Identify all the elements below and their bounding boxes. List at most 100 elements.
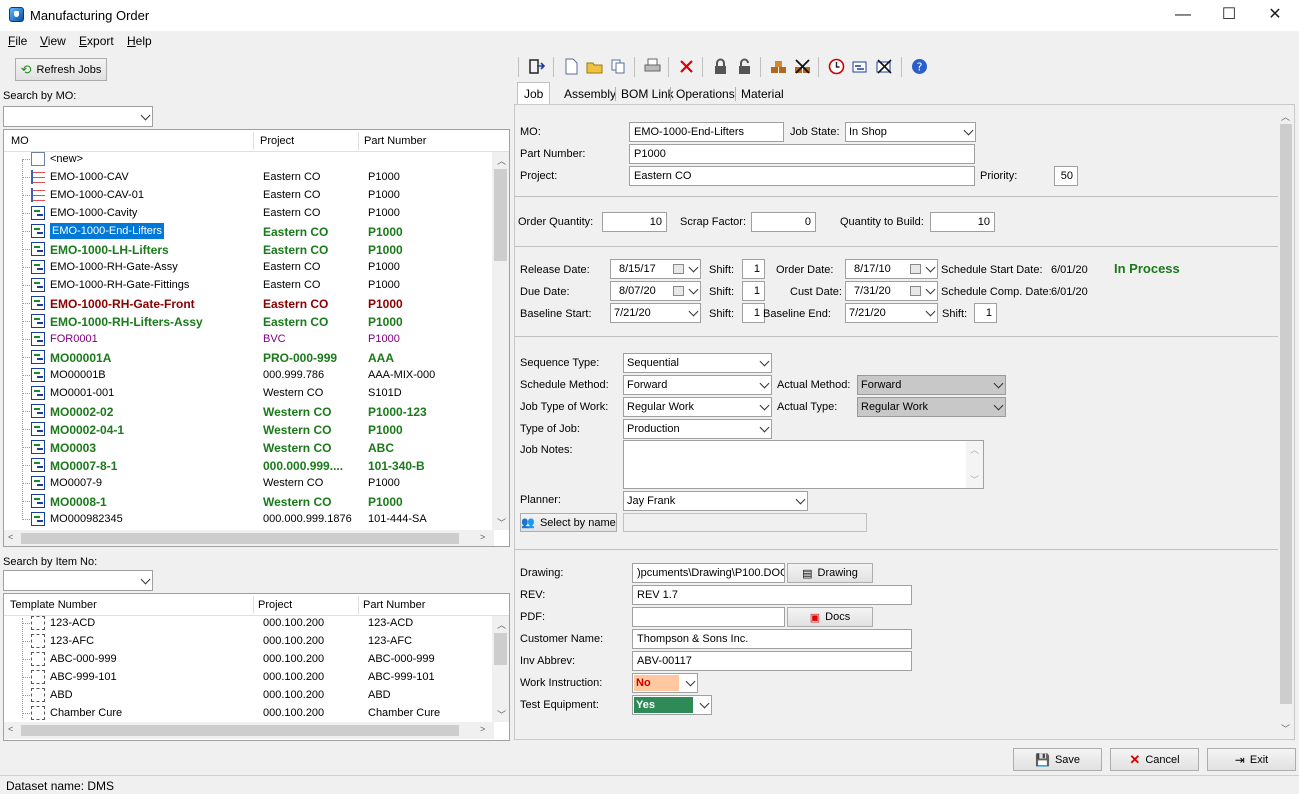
col-header-part[interactable]: Part Number [363, 599, 425, 611]
table-row[interactable]: EMO-1000-LH-Lifters Eastern CO P1000 [4, 240, 494, 258]
col-header-mo[interactable]: MO [11, 135, 29, 147]
table-row[interactable]: EMO-1000-RH-Gate-Fittings Eastern CO P1000 [4, 276, 494, 294]
form-vscroll[interactable]: ︿ ﹀ [1278, 108, 1294, 738]
project-field[interactable]: Eastern CO [629, 166, 975, 186]
rev-field[interactable]: REV 1.7 [632, 585, 912, 605]
priority-field[interactable]: 50 [1054, 166, 1078, 186]
col-header-template[interactable]: Template Number [10, 599, 97, 611]
table-row[interactable]: MO0007-8-1 000.000.999.... 101-340-B [4, 456, 494, 474]
job-state-combo[interactable]: In Shop [845, 122, 976, 142]
table-row[interactable]: EMO-1000-CAV Eastern CO P1000 [4, 168, 494, 186]
customer-name-field[interactable]: Thompson & Sons Inc. [632, 629, 912, 649]
table-row[interactable]: EMO-1000-Cavity Eastern CO P1000 [4, 204, 494, 222]
schedule-icon[interactable] [852, 58, 869, 75]
exit-button[interactable]: ⇥ Exit [1207, 748, 1296, 771]
col-header-part[interactable]: Part Number [364, 135, 426, 147]
menu-export[interactable]: Export [79, 34, 114, 48]
table-row[interactable]: 123-ACD 000.100.200 123-ACD [4, 614, 494, 632]
search-item-combo[interactable] [3, 570, 153, 591]
tab-material[interactable]: Material [735, 83, 790, 104]
save-button[interactable]: 💾 Save [1013, 748, 1102, 771]
quantity-to-build-field[interactable]: 10 [930, 212, 995, 232]
drawing-button[interactable]: ▤ Drawing [787, 563, 873, 583]
baseline-end-shift-field[interactable]: 1 [974, 303, 997, 323]
part-number-field[interactable]: P1000 [629, 144, 975, 164]
scrap-factor-field[interactable]: 0 [751, 212, 816, 232]
actual-method-combo[interactable]: Forward [857, 375, 1006, 395]
type-of-job-combo[interactable]: Production [623, 419, 772, 439]
col-header-project[interactable]: Project [260, 135, 294, 147]
baseline-shift-field[interactable]: 1 [742, 303, 765, 323]
order-quantity-field[interactable]: 10 [602, 212, 667, 232]
work-instruction-combo[interactable]: No [632, 673, 698, 693]
planner-combo[interactable]: Jay Frank [623, 491, 808, 511]
minimize-button[interactable]: — [1160, 0, 1206, 31]
order-date-picker[interactable]: 8/17/10 [845, 259, 938, 279]
template-grid-hscroll[interactable]: < > [4, 722, 494, 739]
close-button[interactable]: ✕ [1252, 0, 1298, 31]
tab-assembly[interactable]: Assembly [558, 83, 622, 104]
table-row[interactable]: ABC-000-999 000.100.200 ABC-000-999 [4, 650, 494, 668]
mo-grid-hscroll[interactable]: < > [4, 530, 494, 546]
help-icon[interactable]: ? [911, 58, 928, 75]
table-row[interactable]: MO0002-02 Western CO P1000-123 [4, 402, 494, 420]
template-grid-vscroll[interactable]: ︿ ﹀ [492, 616, 509, 722]
actual-type-combo[interactable]: Regular Work [857, 397, 1006, 417]
clock-icon[interactable] [828, 58, 845, 75]
menu-help[interactable]: Help [127, 34, 152, 48]
release-date-picker[interactable]: 8/15/17 [610, 259, 701, 279]
table-row[interactable]: EMO-1000-End-Lifters Eastern CO P1000 [4, 222, 494, 240]
cust-date-picker[interactable]: 7/31/20 [845, 281, 938, 301]
job-notes-textarea[interactable] [623, 440, 984, 489]
mo-grid[interactable]: MO Project Part Number <new> EMO-1000-CAV… [3, 129, 510, 547]
sequence-type-combo[interactable]: Sequential [623, 353, 772, 373]
docs-button[interactable]: ▣ Docs [787, 607, 873, 627]
template-grid[interactable]: Template Number Project Part Number 123-… [3, 593, 510, 741]
new-document-icon[interactable] [563, 58, 580, 75]
schedule-method-combo[interactable]: Forward [623, 375, 772, 395]
drawing-field[interactable]: )pcuments\Drawing\P100.DOC [632, 563, 785, 583]
job-type-of-work-combo[interactable]: Regular Work [623, 397, 772, 417]
assembly-icon[interactable] [770, 58, 787, 75]
unschedule-icon[interactable] [876, 58, 893, 75]
exit-door-icon[interactable] [528, 58, 545, 75]
table-row[interactable]: MO0007-9 Western CO P1000 [4, 474, 494, 492]
table-row[interactable]: <new> [4, 150, 494, 168]
table-row[interactable]: EMO-1000-RH-Gate-Front Eastern CO P1000 [4, 294, 494, 312]
baseline-start-combo[interactable]: 7/21/20 [610, 303, 701, 323]
refresh-jobs-button[interactable]: ⟲ Refresh Jobs [15, 58, 107, 81]
baseline-end-combo[interactable]: 7/21/20 [845, 303, 938, 323]
col-header-project[interactable]: Project [258, 599, 292, 611]
open-folder-icon[interactable] [586, 58, 603, 75]
remove-assembly-icon[interactable] [794, 58, 811, 75]
pdf-field[interactable] [632, 607, 785, 627]
table-row[interactable]: EMO-1000-RH-Lifters-Assy Eastern CO P1000 [4, 312, 494, 330]
due-date-picker[interactable]: 8/07/20 [610, 281, 701, 301]
table-row[interactable]: MO0001-001 Western CO S101D [4, 384, 494, 402]
tab-operations[interactable]: Operations [670, 83, 741, 104]
tab-job[interactable]: Job [517, 82, 551, 104]
inv-abbrev-field[interactable]: ABV-00117 [632, 651, 912, 671]
search-mo-combo[interactable] [3, 106, 153, 127]
mo-grid-vscroll[interactable]: ︿ ﹀ [492, 152, 509, 530]
maximize-button[interactable]: ☐ [1206, 0, 1252, 31]
table-row[interactable]: 123-AFC 000.100.200 123-AFC [4, 632, 494, 650]
print-icon[interactable] [644, 58, 661, 75]
table-row[interactable]: ABC-999-101 000.100.200 ABC-999-101 [4, 668, 494, 686]
table-row[interactable]: EMO-1000-RH-Gate-Assy Eastern CO P1000 [4, 258, 494, 276]
due-shift-field[interactable]: 1 [742, 281, 765, 301]
menu-file[interactable]: File [8, 34, 27, 48]
table-row[interactable]: MO00001B 000.999.786 AAA-MIX-000 [4, 366, 494, 384]
table-row[interactable]: MO00001A PRO-000-999 AAA [4, 348, 494, 366]
job-notes-scrollbar[interactable]: ︿ ﹀ [966, 441, 983, 488]
lock-icon[interactable] [712, 58, 729, 75]
table-row[interactable]: ABD 000.100.200 ABD [4, 686, 494, 704]
table-row[interactable]: MO0008-1 Western CO P1000 [4, 492, 494, 510]
test-equipment-combo[interactable]: Yes [632, 695, 712, 715]
delete-icon[interactable] [678, 58, 695, 75]
menu-view[interactable]: View [40, 34, 66, 48]
table-row[interactable]: FOR0001 BVC P1000 [4, 330, 494, 348]
copy-icon[interactable] [610, 58, 627, 75]
mo-field[interactable]: EMO-1000-End-Lifters [629, 122, 784, 142]
table-row[interactable]: MO0002-04-1 Western CO P1000 [4, 420, 494, 438]
